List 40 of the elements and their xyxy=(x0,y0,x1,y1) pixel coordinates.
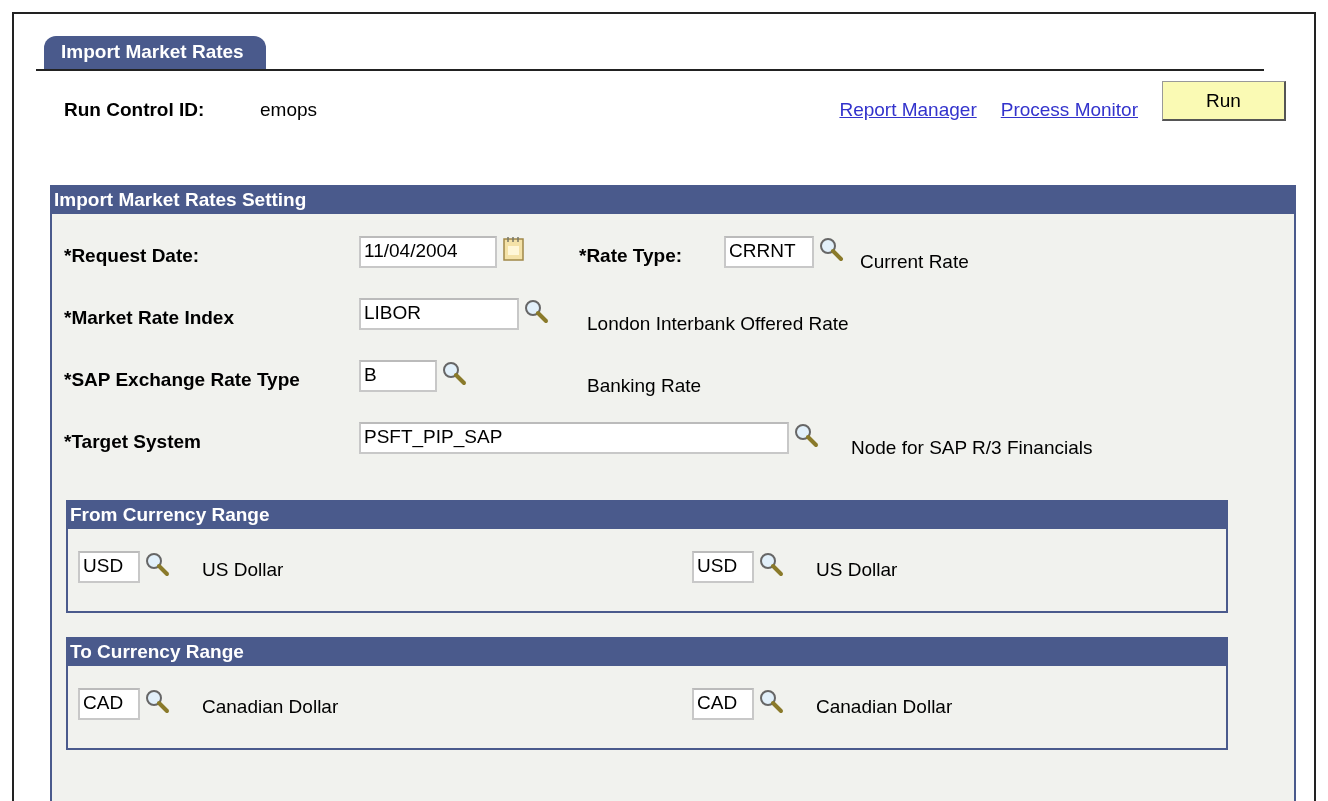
range-header: To Currency Range xyxy=(68,639,1226,666)
field-description: Banking Rate xyxy=(587,375,702,397)
page-tab[interactable]: Import Market Rates xyxy=(44,36,266,69)
run-button[interactable]: Run xyxy=(1162,81,1286,121)
search-icon[interactable] xyxy=(441,360,467,386)
range-header: From Currency Range xyxy=(68,502,1226,529)
field-label: *Rate Type: xyxy=(579,245,684,267)
input-field[interactable]: CAD xyxy=(78,688,140,720)
input-field[interactable]: USD xyxy=(692,551,754,583)
currency-description: Canadian Dollar xyxy=(202,696,339,718)
calendar-icon[interactable] xyxy=(503,236,525,262)
search-icon[interactable] xyxy=(523,298,549,324)
input-field[interactable]: 11/04/2004 xyxy=(359,236,497,268)
search-icon[interactable] xyxy=(758,551,784,577)
run-control-value: emops xyxy=(260,99,318,121)
field-label: *Target System xyxy=(64,431,202,453)
input-field[interactable]: USD xyxy=(78,551,140,583)
field-label: *Market Rate Index xyxy=(64,307,235,329)
input-field[interactable]: B xyxy=(359,360,437,392)
currency-description: US Dollar xyxy=(202,559,284,581)
field-description: Current Rate xyxy=(860,251,969,273)
input-field[interactable]: CRRNT xyxy=(724,236,814,268)
input-field[interactable]: CAD xyxy=(692,688,754,720)
search-icon[interactable] xyxy=(793,422,819,448)
field-label: *Request Date: xyxy=(64,245,201,267)
input-field[interactable]: LIBOR xyxy=(359,298,519,330)
section-header: Import Market Rates Setting xyxy=(52,187,1294,214)
field-description: Node for SAP R/3 Financials xyxy=(851,437,1093,459)
input-field[interactable]: PSFT_PIP_SAP xyxy=(359,422,789,454)
search-icon[interactable] xyxy=(144,551,170,577)
currency-description: US Dollar xyxy=(816,559,898,581)
currency-description: Canadian Dollar xyxy=(816,696,953,718)
link[interactable]: Process Monitor xyxy=(1000,99,1138,121)
link[interactable]: Report Manager xyxy=(839,99,977,121)
search-icon[interactable] xyxy=(818,236,844,262)
field-description: London Interbank Offered Rate xyxy=(587,313,849,335)
run-control-label: Run Control ID: xyxy=(64,99,206,121)
field-label: *SAP Exchange Rate Type xyxy=(64,369,301,391)
search-icon[interactable] xyxy=(758,688,784,714)
search-icon[interactable] xyxy=(144,688,170,714)
